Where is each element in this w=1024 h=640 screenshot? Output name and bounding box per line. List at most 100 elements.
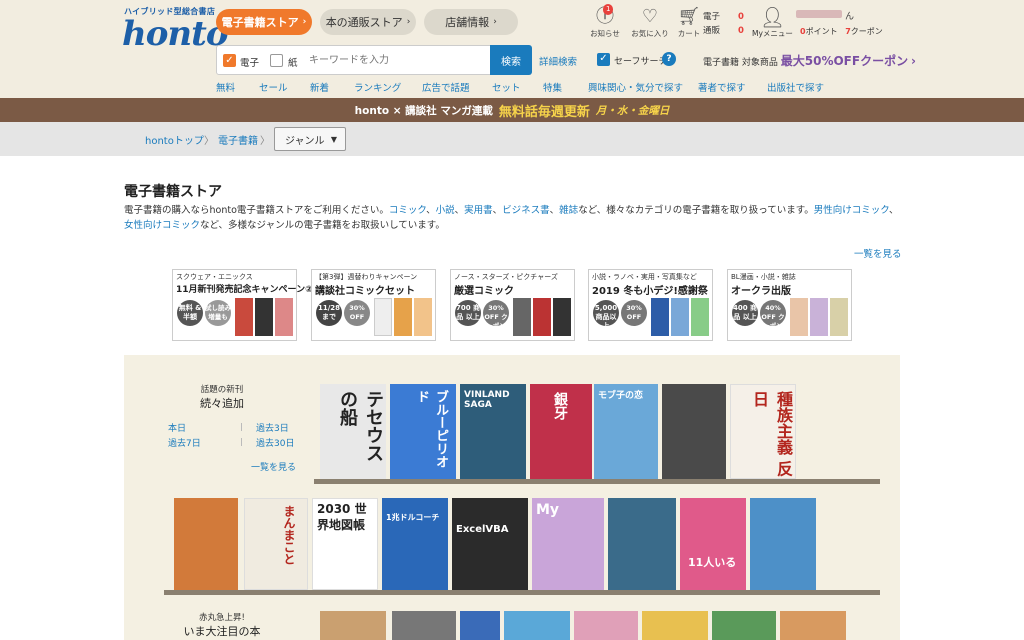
- desc-link-mens-comic[interactable]: 男性向けコミック: [814, 205, 889, 216]
- honto-logo[interactable]: honto: [122, 14, 228, 54]
- nav-free[interactable]: 無料: [216, 80, 235, 94]
- divider: [241, 423, 242, 431]
- notice-button[interactable]: ⓘ 1 お知らせ: [588, 4, 622, 39]
- shelf-board: [164, 590, 880, 595]
- desc-link-comic[interactable]: コミック: [389, 205, 426, 216]
- tab-store-info[interactable]: 店舗情報 ›: [424, 9, 518, 35]
- tab-ebook-store[interactable]: 電子書籍ストア ›: [216, 9, 312, 35]
- user-name-redacted: [796, 10, 842, 18]
- desc-link-practical[interactable]: 実用書: [464, 205, 493, 216]
- chevron-right-icon: ›: [493, 17, 497, 27]
- coupon-promo[interactable]: 電子書籍 対象商品 最大50%OFFクーポン ›: [703, 52, 916, 69]
- chevron-right-icon: ›: [406, 17, 411, 27]
- book-cover[interactable]: [392, 611, 456, 640]
- book-cover[interactable]: [608, 498, 676, 590]
- search-input[interactable]: [309, 50, 487, 70]
- search-bar: ✓ 電子 紙: [216, 45, 530, 75]
- nav-interest[interactable]: 興味関心・気分で探す: [588, 80, 683, 94]
- desc-link-business[interactable]: ビジネス書: [502, 205, 550, 216]
- campaign-covers: [790, 298, 850, 338]
- shelf-subtitle: 赤丸急上昇!: [199, 613, 245, 623]
- breadcrumb: hontoトップ 〉 電子書籍 〉 ジャンル ▼: [0, 122, 1024, 156]
- advanced-search-link[interactable]: 詳細検索: [539, 54, 577, 68]
- safe-search-checkbox[interactable]: ✓: [597, 53, 610, 66]
- favorite-button[interactable]: ♡ お気に入り: [630, 6, 670, 39]
- book-cover[interactable]: VINLAND SAGA: [460, 384, 526, 479]
- nav-ad-topics[interactable]: 広告で話題: [422, 80, 470, 94]
- desc-link-womens-comic[interactable]: 女性向けコミック: [124, 220, 200, 231]
- campaign-card[interactable]: BL漫画・小説・雑誌 オークラ出版 400 商品 以上 40% OFF クーポン: [727, 269, 852, 341]
- book-cover[interactable]: [780, 611, 846, 640]
- nav-set[interactable]: セット: [492, 80, 521, 94]
- genre-dropdown[interactable]: ジャンル ▼: [274, 127, 346, 151]
- book-cover[interactable]: 銀牙: [530, 384, 592, 479]
- desc-link-magazine[interactable]: 雑誌: [559, 205, 578, 216]
- paper-checkbox-label: 紙: [288, 58, 298, 69]
- site-header: ハイブリッド型総合書店 honto 電子書籍ストア › 本の通販ストア › 店舗情報…: [0, 0, 1024, 98]
- book-cover[interactable]: ブルーピリオド: [390, 384, 456, 479]
- campaign-card[interactable]: ノース・スターズ・ピクチャーズ 厳選コミック 700 商品 以上 30% OFF…: [450, 269, 575, 341]
- book-cover[interactable]: 2030 世界地図帳: [312, 498, 378, 590]
- ebook-checkbox-label: 電子: [240, 58, 260, 69]
- campaign-card[interactable]: スクウェア・エニックス 11月新刊発売記念キャンペーン② 無料 & 半額 試し読…: [172, 269, 313, 341]
- book-cover[interactable]: [504, 611, 570, 640]
- book-cover[interactable]: まんまこと: [244, 498, 308, 590]
- safe-search-label: セーフサーチ: [614, 57, 668, 67]
- period-7days[interactable]: 過去7日: [168, 436, 201, 449]
- nav-ranking[interactable]: ランキング: [354, 80, 401, 94]
- chevron-right-icon: 〉: [260, 136, 270, 147]
- shelf-board: [314, 479, 880, 484]
- divider: [241, 438, 242, 446]
- period-3days[interactable]: 過去3日: [256, 421, 289, 434]
- chevron-right-icon: ›: [910, 54, 916, 68]
- breadcrumb-ebook[interactable]: 電子書籍: [218, 132, 258, 147]
- see-all-link[interactable]: 一覧を見る: [854, 246, 902, 260]
- book-cover[interactable]: 11人いる: [680, 498, 746, 590]
- book-cover[interactable]: [460, 611, 500, 640]
- bookshelf-section: 話題の新刊 続々追加 本日 過去3日 過去7日 過去30日 一覧を見る テセウス…: [124, 355, 900, 640]
- period-30days[interactable]: 過去30日: [256, 436, 294, 449]
- campaign-card[interactable]: 小説・ラノベ・実用・写真集など 2019 冬も小デジ!感謝祭 5,000 商品以…: [588, 269, 713, 341]
- ebook-checkbox[interactable]: ✓: [223, 54, 236, 67]
- nav-sale[interactable]: セール: [259, 80, 288, 94]
- page-title: 電子書籍ストア: [124, 184, 222, 200]
- campaign-covers: [235, 298, 295, 338]
- book-cover[interactable]: [642, 611, 708, 640]
- book-cover[interactable]: モブ子の恋: [594, 384, 658, 479]
- nav-feature[interactable]: 特集: [543, 80, 562, 94]
- nav-publisher[interactable]: 出版社で探す: [767, 80, 824, 94]
- mymenu-button[interactable]: 👤︎ Myメニュー: [752, 6, 793, 39]
- book-cover[interactable]: My: [532, 498, 604, 590]
- book-cover[interactable]: [174, 498, 238, 590]
- points-coupons[interactable]: 0ポイント 7クーポン: [800, 26, 883, 37]
- campaign-card[interactable]: 【第3弾】週替わりキャンペーン 講談社コミックセット 11/28 まで 30% …: [311, 269, 436, 341]
- shelf-title: 続々追加: [200, 397, 244, 410]
- book-cover[interactable]: ExcelVBA: [452, 498, 528, 590]
- nav-author[interactable]: 著者で探す: [698, 80, 746, 94]
- shelf-title: いま大注目の本: [183, 625, 261, 638]
- book-cover[interactable]: [574, 611, 638, 640]
- period-today[interactable]: 本日: [168, 421, 186, 434]
- tab-book-store[interactable]: 本の通販ストア ›: [320, 9, 416, 35]
- cart-counts[interactable]: 電子 0 通販 0: [703, 10, 744, 38]
- chevron-right-icon: ›: [302, 17, 307, 27]
- cart-button[interactable]: 🛒︎ カート: [676, 6, 702, 39]
- triangle-down-icon: ▼: [330, 134, 337, 144]
- book-cover[interactable]: [320, 611, 386, 640]
- nav-new[interactable]: 新着: [310, 80, 329, 94]
- search-button[interactable]: 検索: [490, 45, 532, 75]
- book-cover[interactable]: 種族主義 反日: [730, 384, 796, 479]
- desc-link-novel[interactable]: 小説: [436, 205, 455, 216]
- book-cover[interactable]: 1兆ドルコーチ: [382, 498, 448, 590]
- paper-checkbox[interactable]: [270, 54, 283, 67]
- book-cover[interactable]: [750, 498, 816, 590]
- breadcrumb-home[interactable]: hontoトップ: [145, 132, 204, 147]
- book-cover[interactable]: [662, 384, 726, 479]
- chevron-right-icon: 〉: [204, 136, 214, 147]
- book-cover[interactable]: [712, 611, 776, 640]
- shelf-see-all-link[interactable]: 一覧を見る: [251, 460, 296, 473]
- manga-banner[interactable]: honto × 講談社 マンガ連載 無料話毎週更新 月・水・金曜日: [0, 98, 1024, 122]
- book-cover[interactable]: テセウスの船: [320, 384, 386, 479]
- heart-icon: ♡: [641, 6, 659, 27]
- help-icon[interactable]: ?: [662, 52, 676, 66]
